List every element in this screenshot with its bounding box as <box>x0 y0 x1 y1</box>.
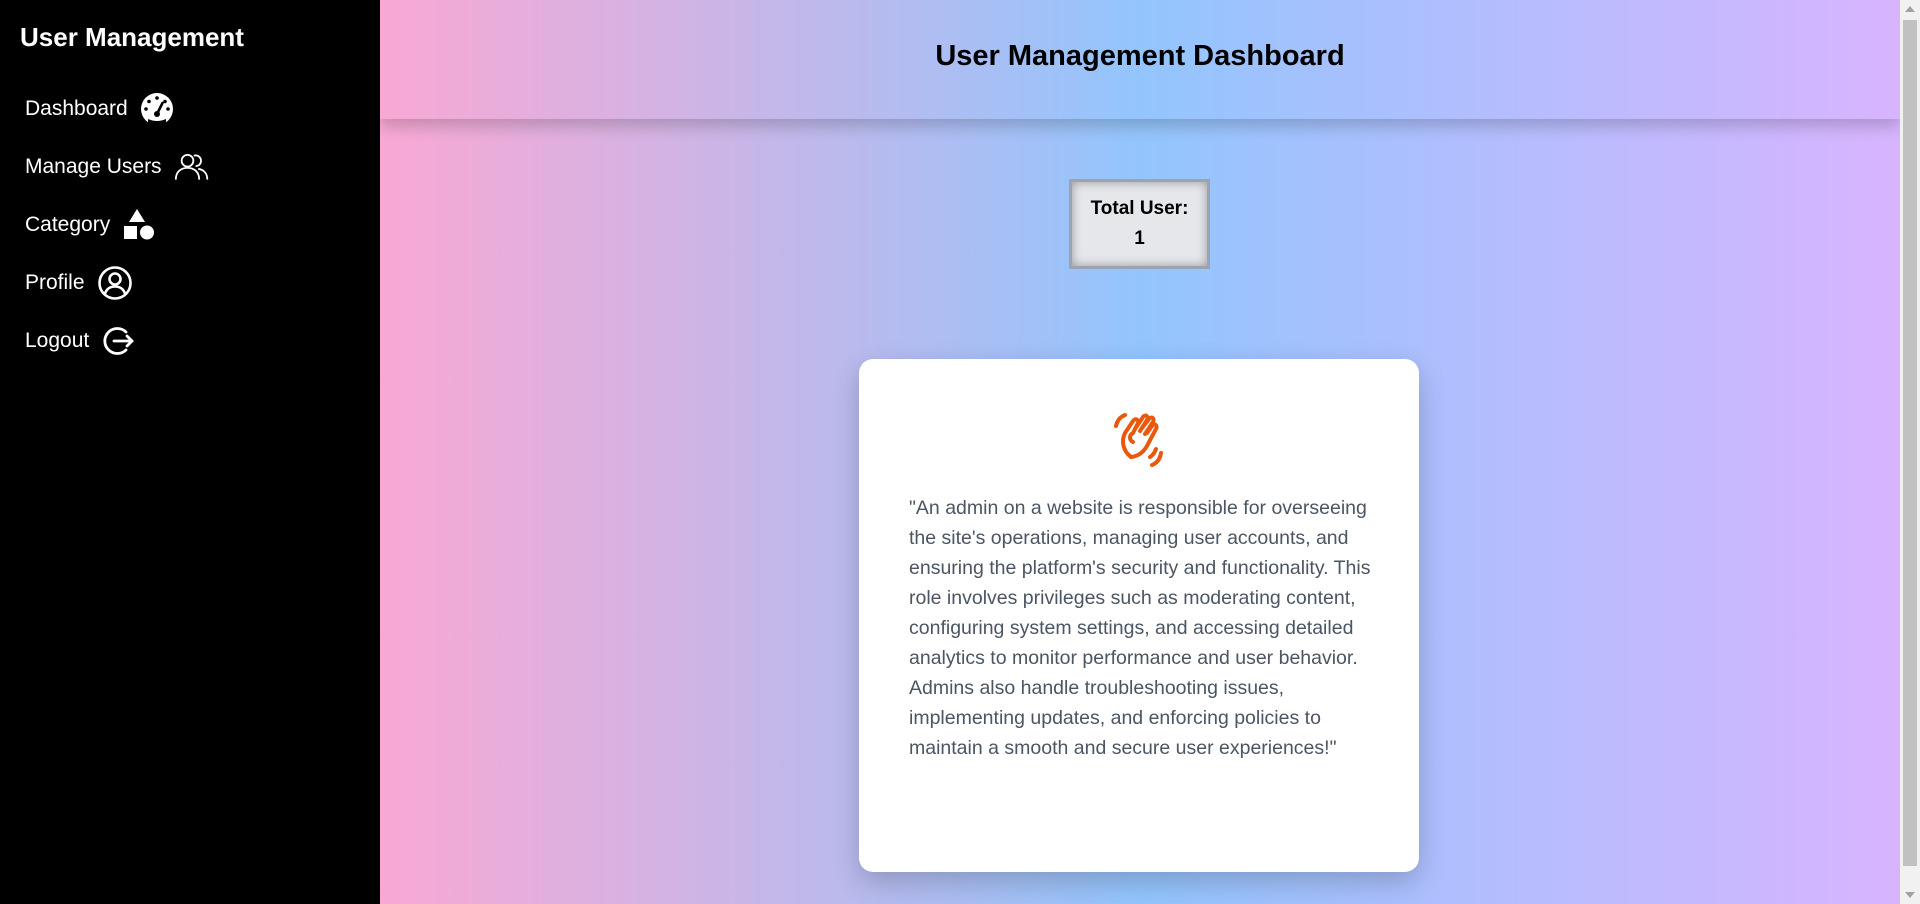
dashboard-gauge-icon <box>140 91 176 127</box>
sidebar-item-manage-users[interactable]: Manage Users <box>25 138 210 196</box>
sidebar-title: User Management <box>20 22 244 52</box>
page-title: User Management Dashboard <box>935 40 1345 72</box>
sidebar-nav: Dashboard Manage Users Category Profile … <box>25 80 210 370</box>
vertical-scrollbar[interactable] <box>1900 0 1920 904</box>
scroll-down-icon[interactable] <box>1905 892 1915 898</box>
users-icon <box>174 149 210 185</box>
sidebar-item-label: Profile <box>25 271 85 294</box>
sidebar-item-logout[interactable]: Logout <box>25 312 210 370</box>
sidebar-item-label: Dashboard <box>25 97 128 120</box>
admin-info-card: "An admin on a website is responsible fo… <box>859 359 1419 872</box>
shapes-icon <box>122 207 158 243</box>
sidebar-item-dashboard[interactable]: Dashboard <box>25 80 210 138</box>
sidebar: User Management Dashboard Manage Users C… <box>0 0 380 904</box>
total-user-label: Total User: <box>1090 198 1189 219</box>
sidebar-item-category[interactable]: Category <box>25 196 210 254</box>
logout-icon <box>101 323 137 359</box>
header: User Management Dashboard <box>380 0 1900 119</box>
sidebar-item-label: Category <box>25 213 111 236</box>
scroll-up-icon[interactable] <box>1905 6 1915 12</box>
scrollbar-thumb[interactable] <box>1903 20 1917 866</box>
total-user-value: 1 <box>1134 228 1145 249</box>
sidebar-item-label: Logout <box>25 329 90 352</box>
sidebar-item-profile[interactable]: Profile <box>25 254 210 312</box>
total-user-card: Total User: 1 <box>1069 179 1210 269</box>
admin-description-text: "An admin on a website is responsible fo… <box>909 497 1371 759</box>
waving-hand-icon <box>1111 409 1171 469</box>
main-content: User Management Dashboard Total User: 1 … <box>380 0 1900 904</box>
sidebar-item-label: Manage Users <box>25 155 162 178</box>
user-circle-icon <box>97 265 133 301</box>
